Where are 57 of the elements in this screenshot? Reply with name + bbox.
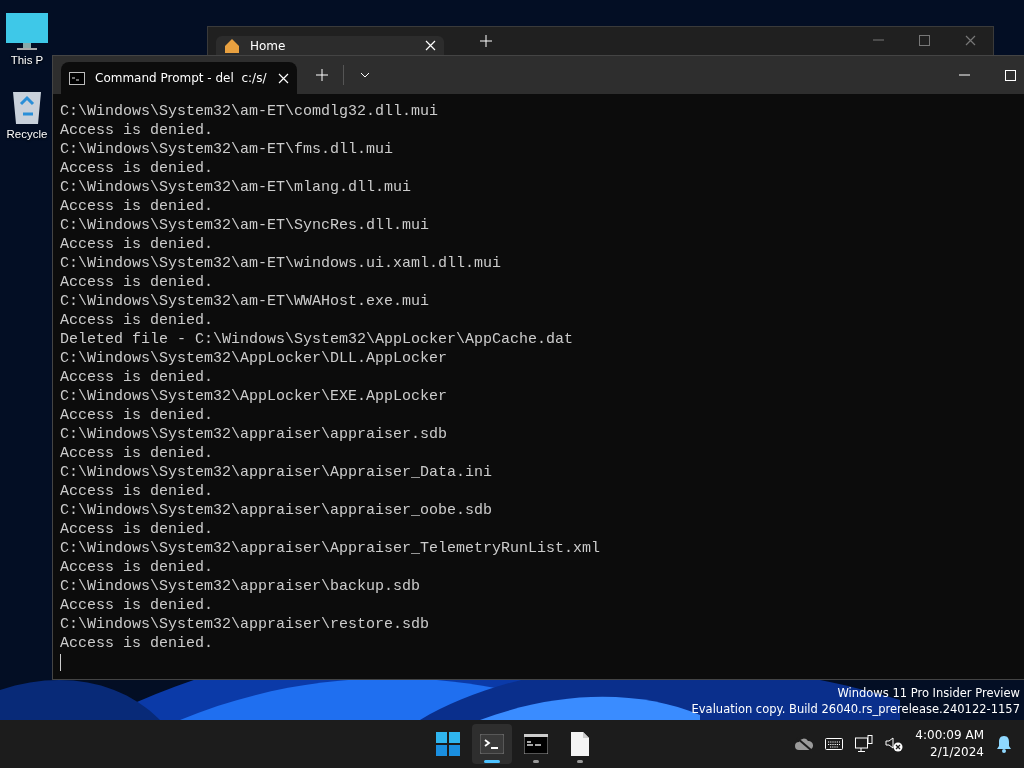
plus-icon[interactable] [316, 69, 328, 81]
console-output-line: Access is denied. [60, 122, 214, 139]
console-output-line: C:\Windows\System32\appraiser\appraiser.sdb [60, 426, 448, 443]
keyboard-icon[interactable] [825, 738, 844, 750]
home-icon [224, 37, 240, 54]
console-output-line: Access is denied. [60, 236, 214, 253]
console-output-line: C:\Windows\System32\appraiser\restore.sdb [60, 616, 430, 633]
console-output-line: Access is denied. [60, 312, 214, 329]
console-output-line: Access is denied. [60, 198, 214, 215]
plus-icon[interactable] [480, 35, 492, 47]
desktop-icon-label[interactable]: This P [10, 54, 44, 66]
network-icon[interactable] [855, 735, 874, 753]
console-output-line: C:\Windows\System32\AppLocker\EXE.AppLocker [60, 388, 448, 405]
clock-date[interactable]: 2/1/2024 [930, 744, 984, 761]
monitor-icon [5, 10, 49, 52]
console-output-line: Access is denied. [60, 407, 214, 424]
console-output-line: Access is denied. [60, 521, 214, 538]
console-output-line: C:\Windows\System32\am-ET\mlang.dll.mui [60, 179, 412, 196]
watermark-text: Evaluation copy. Build 26040.rs_prerelease.240122-1157 [691, 701, 1020, 717]
running-indicator [533, 760, 539, 763]
console-output-line: Access is denied. [60, 483, 214, 500]
console-output-line: Access is denied. [60, 160, 214, 177]
console-output-line: C:\Windows\System32\am-ET\fms.dll.mui [60, 141, 394, 158]
console-output-line: C:\Windows\System32\appraiser\Appraiser_TelemetryRunList.xml [60, 540, 601, 557]
console-output-line: C:\Windows\System32\appraiser\appraiser_oobe.sdb [60, 502, 493, 519]
console-output-line: C:\Windows\System32\am-ET\windows.ui.xaml.dll.mui [60, 255, 502, 272]
console-output-line: Deleted file - C:\Windows\System32\AppLocker\AppCache.dat [60, 331, 574, 348]
terminal-tab[interactable]: Command Prompt - del c:/s/ [61, 62, 297, 94]
taskbar-app-button[interactable] [472, 724, 512, 764]
console-output-line: Access is denied. [60, 559, 214, 576]
speaker-muted-icon[interactable] [885, 736, 904, 752]
text-cursor [60, 654, 61, 671]
chevron-down-icon[interactable] [360, 72, 370, 78]
console-output-line: Access is denied. [60, 369, 214, 386]
console-output-line: C:\Windows\System32\appraiser\backup.sdb [60, 578, 421, 595]
terminal-icon [480, 734, 504, 754]
clock-time[interactable]: 4:00:09 AM [915, 727, 984, 744]
console-output-line: C:\Windows\System32\AppLocker\DLL.AppLocker [60, 350, 448, 367]
windows-logo-icon [436, 732, 460, 756]
console-icon [69, 71, 85, 85]
running-indicator [577, 760, 583, 763]
console-output-line: C:\Windows\System32\am-ET\SyncRes.dll.mui [60, 217, 430, 234]
console-output-line: Access is denied. [60, 597, 214, 614]
watermark-text: Windows 11 Pro Insider Preview [837, 685, 1020, 701]
console-output-line: C:\Windows\System32\am-ET\comdlg32.dll.mui [60, 103, 439, 120]
console-output-line: C:\Windows\System32\appraiser\Appraiser_Data.ini [60, 464, 493, 481]
running-indicator [484, 760, 500, 763]
console-output-line: Access is denied. [60, 274, 214, 291]
console-output-line: Access is denied. [60, 445, 214, 462]
bell-icon[interactable] [996, 735, 1012, 753]
console-output-line: C:\Windows\System32\am-ET\WWAHost.exe.mui [60, 293, 430, 310]
desktop-icon-label[interactable]: Recycle [6, 128, 48, 140]
cloud-off-icon[interactable] [795, 737, 814, 751]
document-icon [570, 732, 590, 756]
console-window-icon [524, 734, 548, 754]
browser-tab[interactable]: Home [216, 36, 444, 55]
console-output-line: Access is denied. [60, 635, 214, 652]
